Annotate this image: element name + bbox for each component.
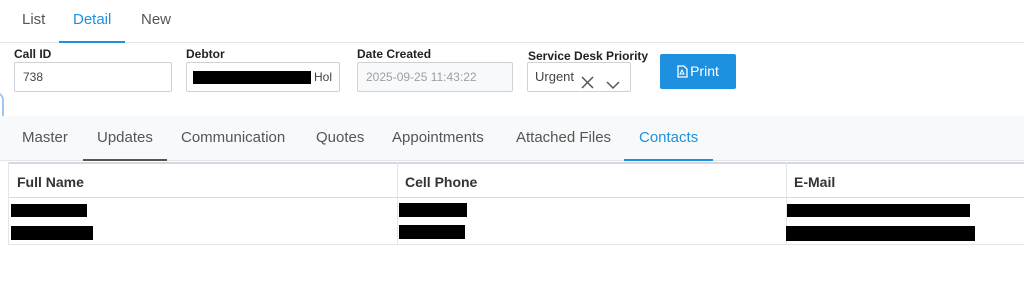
pdf-file-icon <box>677 63 690 79</box>
date-created-label: Date Created <box>357 47 432 61</box>
priority-label: Service Desk Priority <box>528 49 649 63</box>
redacted-cell-phone <box>399 203 467 217</box>
debtor-field[interactable]: Hol <box>186 62 340 92</box>
call-id-label: Call ID <box>14 47 52 61</box>
tab-contacts[interactable]: Contacts <box>624 116 714 161</box>
column-divider <box>397 162 398 245</box>
tab-detail[interactable]: Detail <box>59 0 126 43</box>
tab-appointments[interactable]: Appointments <box>392 116 484 159</box>
tab-quotes[interactable]: Quotes <box>316 116 364 159</box>
tab-communication[interactable]: Communication <box>181 116 285 159</box>
redacted-full-name <box>11 204 87 217</box>
section-tabs: Master Updates Communication Quotes Appo… <box>0 116 1024 161</box>
redacted-full-name <box>11 226 93 240</box>
column-header-email[interactable]: E-Mail <box>786 164 1024 198</box>
top-tabs: List Detail New <box>0 0 1024 43</box>
debtor-label: Debtor <box>186 47 225 61</box>
redacted-cell-phone <box>399 225 465 239</box>
debtor-value-suffix: Hol <box>314 70 333 84</box>
column-header-cell-phone[interactable]: Cell Phone <box>397 164 786 198</box>
chevron-down-icon[interactable] <box>606 72 620 100</box>
print-button[interactable]: Print <box>660 54 736 89</box>
redacted-email <box>786 226 975 241</box>
redacted-debtor-name <box>193 71 311 84</box>
redacted-email <box>787 204 970 217</box>
print-label: Print <box>690 63 719 79</box>
call-id-field[interactable]: 738 <box>14 62 172 92</box>
tab-master[interactable]: Master <box>22 116 68 159</box>
tab-new[interactable]: New <box>141 0 171 41</box>
priority-value: Urgent <box>535 69 575 84</box>
contacts-table: Full Name Cell Phone E-Mail <box>8 162 1024 245</box>
clear-icon[interactable] <box>581 71 594 99</box>
tab-updates[interactable]: Updates <box>83 116 167 161</box>
tab-attached-files[interactable]: Attached Files <box>516 116 611 159</box>
priority-select[interactable]: Urgent <box>527 62 631 92</box>
column-header-full-name[interactable]: Full Name <box>9 164 397 198</box>
date-created-field: 2025-09-25 11:43:22 <box>357 62 513 92</box>
table-header: Full Name Cell Phone E-Mail <box>9 162 1024 198</box>
tab-list[interactable]: List <box>22 0 45 41</box>
